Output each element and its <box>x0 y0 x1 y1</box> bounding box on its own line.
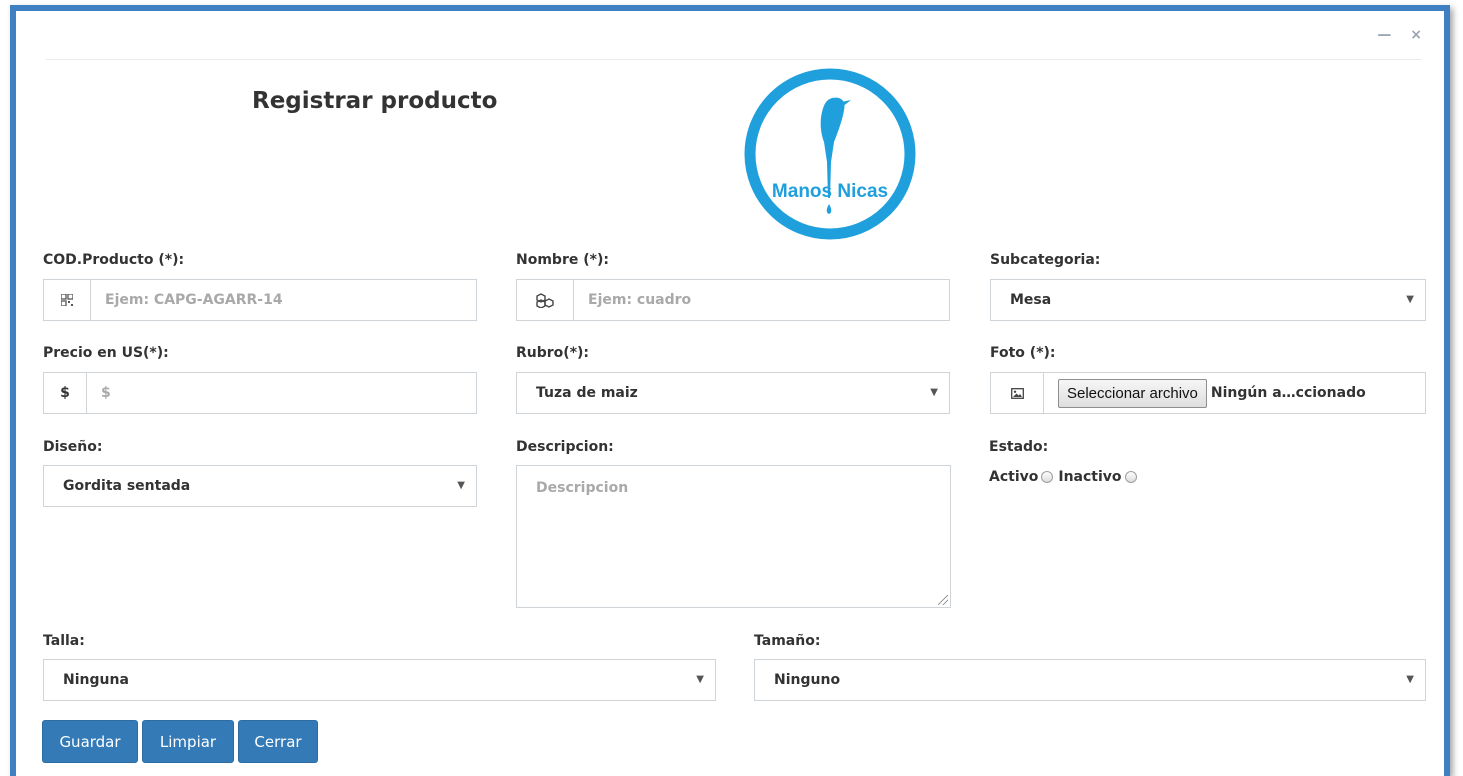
diseno-select[interactable]: Gordita sentada ▼ <box>43 465 477 507</box>
resize-handle[interactable] <box>938 595 948 605</box>
tamano-value: Ninguno <box>774 672 841 688</box>
radio-inactivo[interactable] <box>1124 471 1137 483</box>
diseno-value: Gordita sentada <box>63 478 191 494</box>
descripcion-placeholder: Descripcion <box>536 480 629 496</box>
precio-input[interactable] <box>87 373 476 413</box>
foto-label: Foto (*): <box>990 345 1056 361</box>
descripcion-textarea[interactable]: Descripcion <box>516 465 951 608</box>
chevron-down-icon: ▼ <box>930 387 938 398</box>
cod-producto-input[interactable] <box>91 280 476 320</box>
cod-producto-group <box>43 279 477 321</box>
radio-inactivo-label: Inactivo <box>1058 469 1122 485</box>
cod-producto-label: COD.Producto (*): <box>43 252 185 268</box>
chevron-down-icon: ▼ <box>457 480 465 491</box>
rubro-value: Tuza de maiz <box>536 385 638 401</box>
chevron-down-icon: ▼ <box>696 674 704 685</box>
descripcion-label: Descripcion: <box>516 439 614 455</box>
subcategoria-select[interactable]: Mesa ▼ <box>990 279 1426 321</box>
subcategoria-value: Mesa <box>1010 292 1052 308</box>
file-status-text: Ningún a…ccionado <box>1210 385 1366 401</box>
estado-radio-group: Activo Inactivo <box>989 469 1142 485</box>
radio-activo-label: Activo <box>989 469 1039 485</box>
radio-activo[interactable] <box>1041 471 1054 483</box>
clear-button[interactable]: Limpiar <box>142 720 234 763</box>
tamano-label: Tamaño: <box>754 633 821 649</box>
select-file-button[interactable]: Seleccionar archivo <box>1058 378 1207 408</box>
minimize-icon[interactable]: — <box>1377 27 1391 43</box>
close-icon[interactable]: × <box>1410 27 1422 43</box>
chevron-down-icon: ▼ <box>1406 294 1414 305</box>
cubes-icon <box>517 280 574 320</box>
modal-header: — × <box>46 21 1422 60</box>
diseno-label: Diseño: <box>43 439 103 455</box>
qrcode-icon <box>44 280 91 320</box>
precio-group: $ <box>43 372 477 414</box>
rubro-select[interactable]: Tuza de maiz ▼ <box>516 372 950 414</box>
dollar-icon: $ <box>44 373 87 413</box>
estado-label: Estado: <box>989 439 1049 455</box>
logo-text: Manos Nicas <box>772 181 888 202</box>
subcategoria-label: Subcategoria: <box>990 252 1101 268</box>
chevron-down-icon: ▼ <box>1406 674 1414 685</box>
precio-label: Precio en US(*): <box>43 345 169 361</box>
image-icon <box>991 373 1044 413</box>
foto-group: Seleccionar archivo Ningún a…ccionado <box>990 372 1426 414</box>
nombre-input[interactable] <box>574 280 949 320</box>
tamano-select[interactable]: Ninguno ▼ <box>754 659 1426 701</box>
nombre-group <box>516 279 950 321</box>
save-button[interactable]: Guardar <box>42 720 138 763</box>
rubro-label: Rubro(*): <box>516 345 590 361</box>
close-button[interactable]: Cerrar <box>238 720 318 763</box>
nombre-label: Nombre (*): <box>516 252 609 268</box>
manos-nicas-logo: Manos Nicas <box>744 68 916 240</box>
page-title: Registrar producto <box>252 88 498 114</box>
window-controls: — × <box>1363 27 1422 43</box>
talla-value: Ninguna <box>63 672 129 688</box>
talla-label: Talla: <box>43 633 85 649</box>
talla-select[interactable]: Ninguna ▼ <box>43 659 716 701</box>
